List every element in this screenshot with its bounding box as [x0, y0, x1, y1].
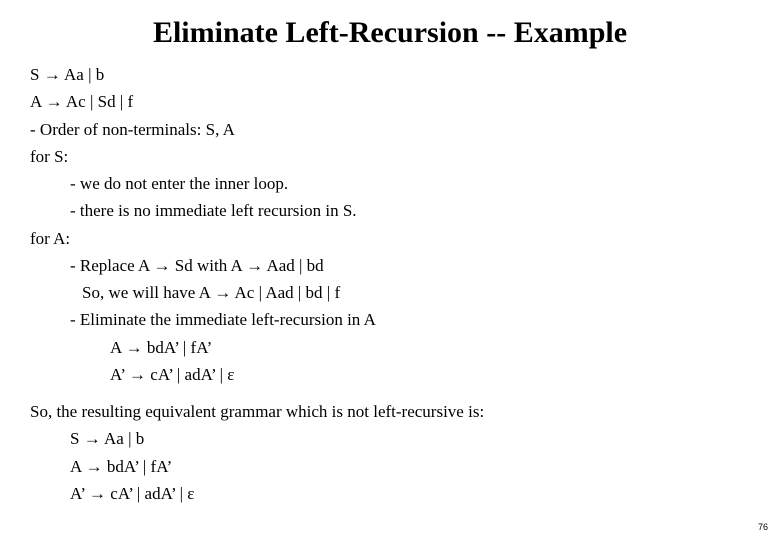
result-line2: A → bdA’ | fA’	[30, 456, 750, 477]
for-a-line5: A’ → cA’ | adA’ | ε	[30, 364, 750, 385]
slide-title: Eliminate Left-Recursion -- Example	[30, 16, 750, 50]
grammar-s: S → Aa | b	[30, 64, 750, 85]
page-number: 76	[758, 522, 768, 532]
for-a-line1: - Replace A → Sd with A → Aad | bd	[30, 255, 750, 276]
for-s-line1: - we do not enter the inner loop.	[30, 173, 750, 194]
for-a-line4: A → bdA’ | fA’	[30, 337, 750, 358]
grammar-a: A → Ac | Sd | f	[30, 91, 750, 112]
result-line3: A’ → cA’ | adA’ | ε	[30, 483, 750, 504]
for-a-line2: So, we will have A → Ac | Aad | bd | f	[30, 282, 750, 303]
result-head: So, the resulting equivalent grammar whi…	[30, 401, 750, 422]
for-a-line3: - Eliminate the immediate left-recursion…	[30, 309, 750, 330]
slide: Eliminate Left-Recursion -- Example S → …	[0, 0, 780, 540]
order-line: - Order of non-terminals: S, A	[30, 119, 750, 140]
result-line1: S → Aa | b	[30, 428, 750, 449]
for-a-head: for A:	[30, 228, 750, 249]
for-s-line2: - there is no immediate left recursion i…	[30, 200, 750, 221]
slide-body: S → Aa | b A → Ac | Sd | f - Order of no…	[30, 64, 750, 504]
for-s-head: for S:	[30, 146, 750, 167]
